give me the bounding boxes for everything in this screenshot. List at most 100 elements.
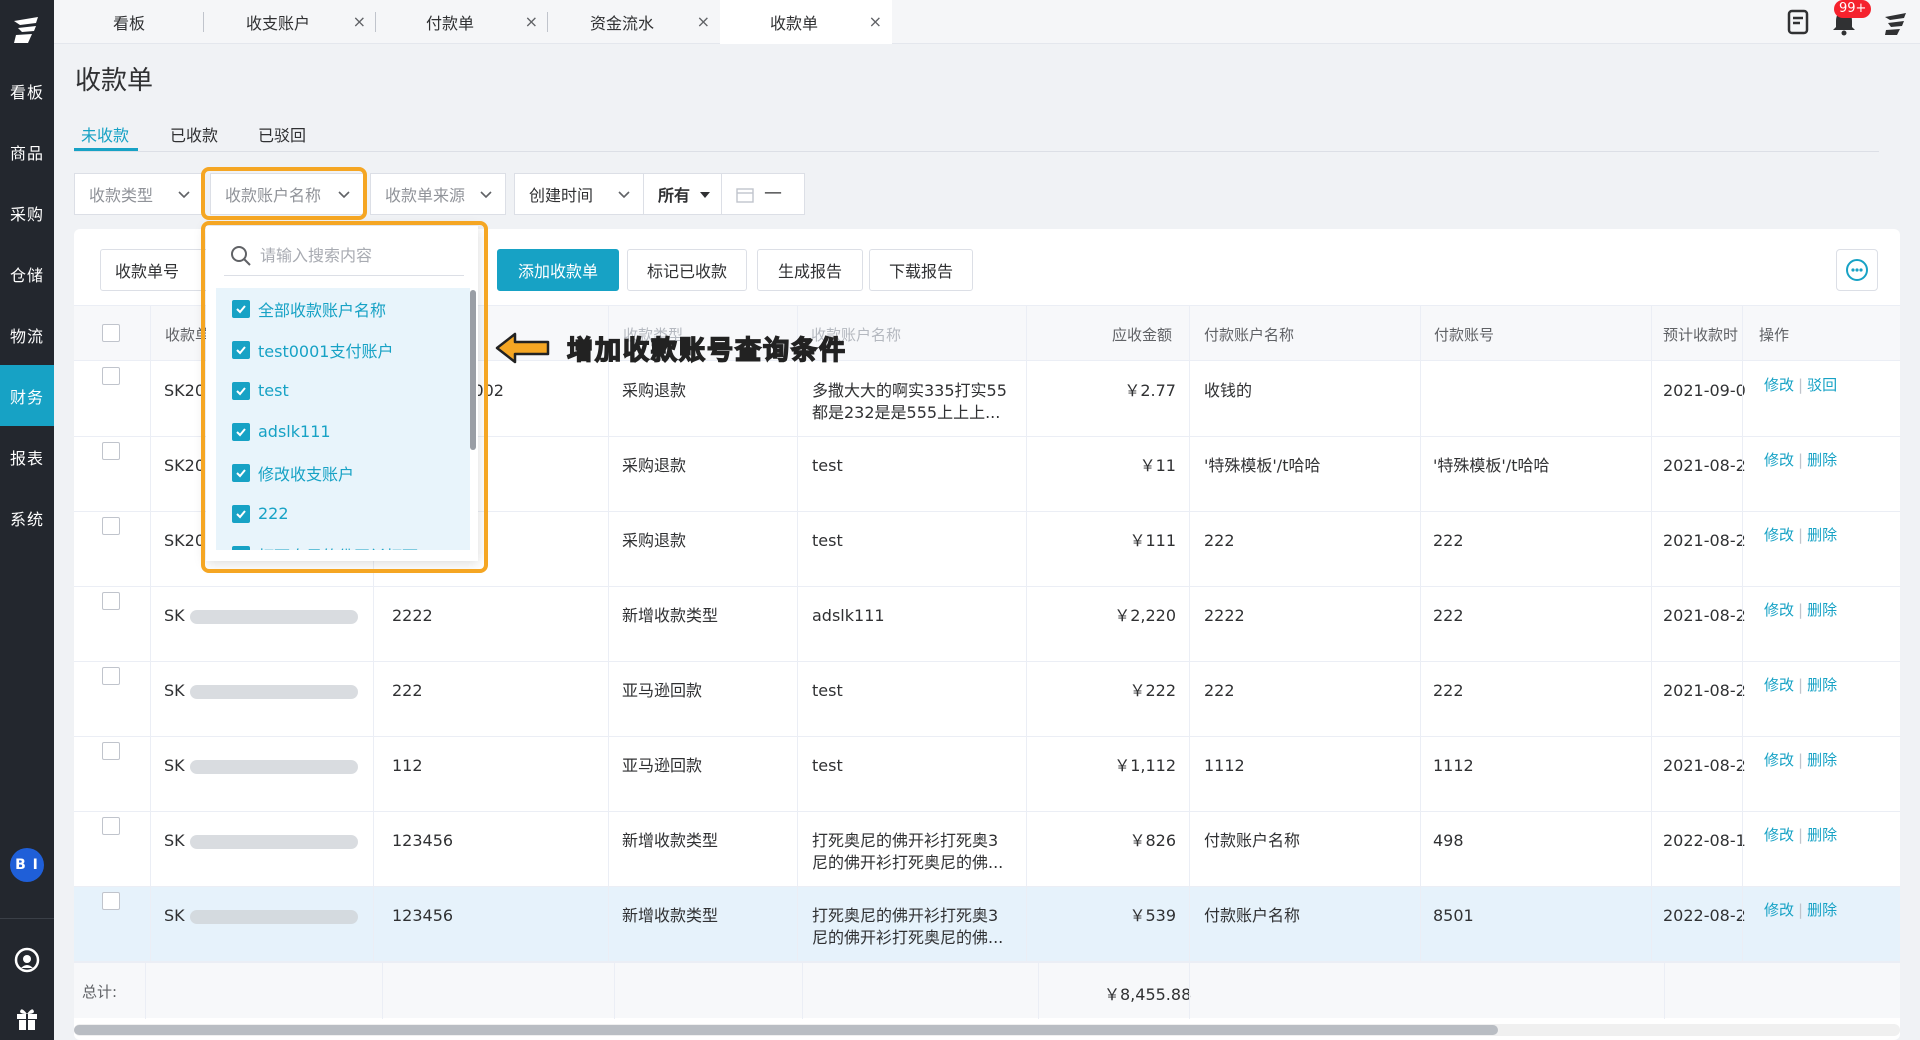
sidebar-item-label: 财务 [9, 387, 44, 407]
reject-link[interactable]: 驳回 [1807, 376, 1837, 394]
cell-type: 采购退款 [622, 456, 687, 475]
close-icon[interactable]: × [697, 12, 710, 31]
action-separator: | [1798, 826, 1804, 844]
delete-link[interactable]: 删除 [1807, 901, 1837, 919]
annotation-text: 增加收款账号查询条件 [566, 335, 848, 367]
created-time-select[interactable]: 创建时间 [514, 173, 644, 215]
tab-dashboard[interactable]: 看板 [54, 0, 204, 44]
generate-report-button[interactable]: 生成报告 [757, 249, 863, 291]
cell-account: adslk111 [812, 606, 885, 625]
tab-bar: 看板 收支账户 × 付款单 × 资金流水 × 收款单 × [54, 0, 1920, 44]
cell-account: test [812, 756, 843, 775]
action-separator: | [1798, 451, 1804, 469]
gift-icon[interactable] [13, 1004, 41, 1032]
redacted-text [189, 684, 358, 699]
column-divider [1651, 305, 1652, 961]
cell-payer: 222 [1204, 531, 1235, 550]
sidebar-item-label: 商品 [9, 143, 44, 163]
column-divider [1742, 305, 1743, 961]
tab-label: 收款单 [769, 14, 818, 33]
delete-link[interactable]: 删除 [1807, 751, 1837, 769]
period-select[interactable]: 所有 [643, 173, 722, 215]
user-avatar-icon[interactable] [1882, 8, 1910, 36]
doc-no-text: SK [164, 831, 185, 850]
table-row[interactable]: SK 112 亚马逊回款 test ￥1,112 1112 1112 2021-08-2 修改… [74, 737, 1900, 812]
select-all-checkbox[interactable] [102, 324, 120, 342]
row-actions: 修改 | 删除 [1764, 674, 1837, 695]
cell-payer: 222 [1204, 681, 1235, 700]
sidebar-item-dashboard[interactable]: 看板 [0, 60, 54, 121]
edit-link[interactable]: 修改 [1764, 901, 1794, 919]
tab-cashflow[interactable]: 资金流水 × [548, 0, 720, 44]
delete-link[interactable]: 删除 [1807, 451, 1837, 469]
sidebar-item-warehouse[interactable]: 仓储 [0, 243, 54, 304]
column-settings-button[interactable] [1836, 249, 1878, 291]
receipt-source-select[interactable]: 收款单来源 [370, 173, 506, 215]
row-checkbox[interactable] [102, 517, 120, 535]
table-row[interactable]: SK 123456 新增收款类型 打死奥尼的佛开衫打死奥3尼的佛开衫打死奥尼的佛..… [74, 812, 1900, 887]
cell-doc-no: SK20 [164, 455, 205, 477]
edit-link[interactable]: 修改 [1764, 751, 1794, 769]
close-icon[interactable]: × [353, 12, 366, 31]
cell-amount: ￥222 [1129, 681, 1176, 700]
delete-link[interactable]: 删除 [1807, 826, 1837, 844]
bi-button[interactable]: B I [10, 848, 44, 882]
edit-link[interactable]: 修改 [1764, 526, 1794, 544]
cell-account: 多撒大大的啊实335打实55都是232是是555上上上... [812, 381, 1007, 422]
edit-link[interactable]: 修改 [1764, 601, 1794, 619]
row-checkbox[interactable] [102, 592, 120, 610]
cell-payer-no: 222 [1433, 606, 1464, 625]
delete-link[interactable]: 删除 [1807, 676, 1837, 694]
mark-received-button[interactable]: 标记已收款 [627, 249, 747, 291]
row-checkbox[interactable] [102, 442, 120, 460]
table-row[interactable]: SK 2222 新增收款类型 adslk111 ￥2,220 2222 222 2021-0… [74, 587, 1900, 662]
tab-received[interactable]: 已收款 [170, 122, 218, 146]
download-report-button[interactable]: 下载报告 [869, 249, 973, 291]
row-checkbox[interactable] [102, 367, 120, 385]
sidebar-item-system[interactable]: 系统 [0, 487, 54, 548]
cell-type: 新增收款类型 [622, 906, 719, 925]
support-icon[interactable] [13, 946, 41, 974]
close-icon[interactable]: × [525, 12, 538, 31]
sidebar-item-products[interactable]: 商品 [0, 121, 54, 182]
tab-receipts[interactable]: 收款单 × [720, 0, 892, 44]
notification-badge: 99+ [1834, 0, 1872, 18]
edit-link[interactable]: 修改 [1764, 826, 1794, 844]
table-row[interactable]: SK 222 亚马逊回款 test ￥222 222 222 2021-08-2 修改 | 删除 [74, 662, 1900, 737]
doc-no-text: SK20 [164, 456, 206, 475]
footer-divider [145, 963, 146, 1019]
app-logo[interactable] [0, 0, 54, 60]
delete-link[interactable]: 删除 [1807, 526, 1837, 544]
delete-link[interactable]: 删除 [1807, 601, 1837, 619]
row-checkbox[interactable] [102, 667, 120, 685]
tab-rejected[interactable]: 已驳回 [258, 122, 306, 146]
add-receipt-button[interactable]: 添加收款单 [497, 249, 619, 291]
redacted-text [189, 909, 358, 924]
table-row[interactable]: SK 123456 新增收款类型 打死奥尼的佛开衫打死奥3尼的佛开衫打死奥尼的佛..… [74, 887, 1900, 962]
column-divider [1189, 305, 1190, 961]
sidebar-item-logistics[interactable]: 物流 [0, 304, 54, 365]
sidebar-item-reports[interactable]: 报表 [0, 426, 54, 487]
column-header: 付款账号 [1434, 326, 1495, 344]
edit-link[interactable]: 修改 [1764, 676, 1794, 694]
cell-amount: ￥111 [1129, 531, 1176, 550]
sidebar-item-label: 采购 [9, 204, 44, 224]
footer-divider [382, 963, 383, 1019]
sidebar-item-purchase[interactable]: 采购 [0, 182, 54, 243]
row-checkbox[interactable] [102, 817, 120, 835]
close-icon[interactable]: × [869, 12, 882, 31]
tab-payments[interactable]: 付款单 × [376, 0, 548, 44]
tab-accounts[interactable]: 收支账户 × [204, 0, 376, 44]
receipt-type-select[interactable]: 收款类型 [74, 173, 204, 215]
date-range-picker[interactable]: — [721, 173, 805, 215]
tab-unreceived[interactable]: 未收款 [81, 122, 129, 146]
row-checkbox[interactable] [102, 892, 120, 910]
doc-no-text: SK20 [164, 531, 206, 550]
edit-link[interactable]: 修改 [1764, 451, 1794, 469]
notes-icon[interactable] [1784, 8, 1812, 36]
row-checkbox[interactable] [102, 742, 120, 760]
cell-payer-no: 222 [1433, 681, 1464, 700]
edit-link[interactable]: 修改 [1764, 376, 1794, 394]
sidebar-item-finance[interactable]: 财务 [0, 365, 54, 426]
horizontal-scrollbar-thumb[interactable] [74, 1025, 1498, 1035]
